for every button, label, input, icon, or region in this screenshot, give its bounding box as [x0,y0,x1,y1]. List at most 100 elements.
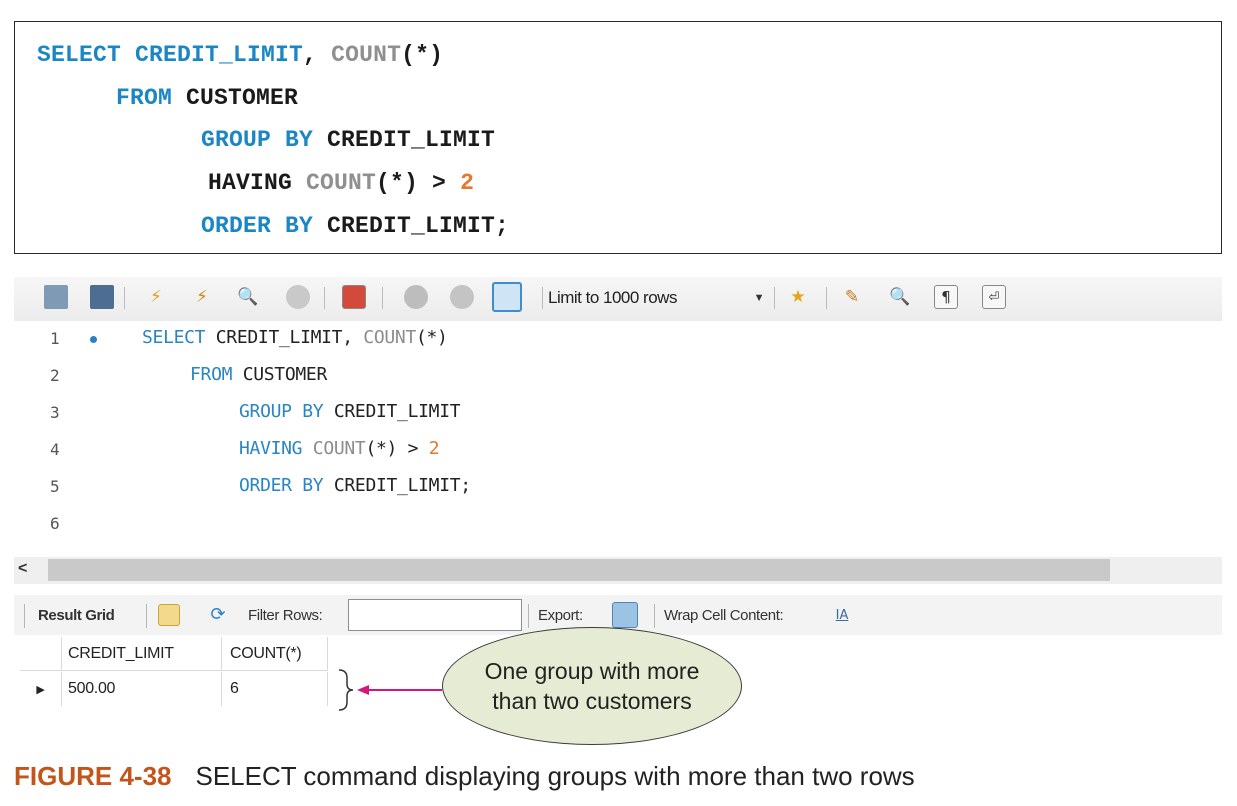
commit-icon[interactable] [404,285,428,309]
line-number: 5 [50,477,60,496]
save-icon[interactable] [90,285,114,309]
code-token: 2 [428,438,440,459]
callout-connector [338,669,442,711]
code-line: GROUP BY CREDIT_LIMIT [201,127,495,153]
beautify-icon[interactable]: ✎ [840,285,864,309]
add-snippet-icon[interactable]: ★ [786,285,810,309]
code-token: CREDIT_LIMIT; [323,475,471,496]
column-header[interactable]: COUNT(*) [222,637,328,671]
invisible-chars-icon[interactable]: ¶ [934,285,958,309]
code-line: SELECT CREDIT_LIMIT, COUNT(*) [37,42,443,68]
code-token: COUNT [331,42,402,68]
editor-toolbar: ⚡ ⚡ 🔍 Limit to 1000 rows ▼ ★ ✎ 🔍 ¶ ⏎ [14,277,1222,321]
code-token: CREDIT_LIMIT; [327,213,510,239]
row-header-corner [20,637,62,671]
code-line: ORDER BY CREDIT_LIMIT; [201,213,509,239]
editor-line: SELECT CREDIT_LIMIT, COUNT(*) [142,327,448,348]
code-token: SELECT CREDIT_LIMIT [37,42,304,68]
code-token: COUNT [312,438,366,459]
toolbar-divider [542,287,543,309]
toolbar-divider [826,287,827,309]
column-header[interactable]: CREDIT_LIMIT [62,637,222,671]
code-box: SELECT CREDIT_LIMIT, COUNT(*) FROM CUSTO… [14,21,1222,254]
arrow-head-icon [357,685,369,695]
grid-view-icon[interactable] [158,604,180,626]
line-number: 6 [50,514,60,533]
line-number: 1 [50,329,60,348]
execute-current-icon[interactable]: ⚡ [190,285,214,309]
find-icon[interactable]: 🔍 [888,285,912,309]
code-token: ORDER BY [201,213,328,239]
table-cell[interactable]: 500.00 [62,672,222,706]
toolbar-divider [324,287,325,309]
code-token: (*) > [365,438,429,459]
toolbar-divider [146,604,147,628]
code-token: COUNT [363,327,416,348]
wrap-cell-icon[interactable]: IA [832,605,852,625]
code-token: , [303,42,332,68]
filter-rows-input[interactable] [348,599,522,631]
folder-icon[interactable] [44,285,68,309]
wrap-lines-icon[interactable]: ⏎ [982,285,1006,309]
limit-rows-label: Limit to 1000 rows [548,288,677,307]
result-grid-tab[interactable]: Result Grid [38,607,115,624]
line-number: 4 [50,440,60,459]
code-token: CREDIT_LIMIT, [205,327,364,348]
code-token: (*) [401,42,444,68]
callout-bubble: One group with more than two customers [442,627,742,745]
code-token: COUNT [306,170,377,196]
code-token: CUSTOMER [232,364,328,385]
toolbar-divider [528,604,529,628]
toolbar-divider [654,604,655,628]
grid-header: CREDIT_LIMIT COUNT(*) [20,637,328,671]
autocommit-icon[interactable] [492,282,522,312]
table-cell[interactable]: 6 [222,672,328,706]
code-token: ORDER BY [239,475,324,496]
result-grid: CREDIT_LIMIT COUNT(*) ▶ 500.00 6 [20,637,340,715]
toolbar-divider [24,604,25,628]
code-token: CREDIT_LIMIT [327,127,496,153]
stop-icon[interactable] [286,285,310,309]
toolbar-divider [774,287,775,309]
line-number: 3 [50,403,60,422]
brace-icon [338,669,354,711]
code-token: FROM [190,364,233,385]
export-icon[interactable] [612,602,638,628]
caption-text: SELECT command displaying groups with mo… [195,761,915,791]
scrollbar-thumb[interactable] [48,559,1110,581]
callout-line: than two customers [492,688,692,714]
figure-label: FIGURE 4-38 [14,761,172,791]
statement-marker-icon [90,336,97,343]
limit-rows-select[interactable]: Limit to 1000 rows ▼ [548,286,778,310]
table-row[interactable]: ▶ 500.00 6 [20,672,328,706]
line-number: 2 [50,366,60,385]
wrap-cell-label: Wrap Cell Content: [664,607,784,624]
code-line: FROM CUSTOMER [116,85,298,111]
toolbar-divider [124,287,125,309]
editor-line: GROUP BY CREDIT_LIMIT [239,401,461,422]
toggle-output-icon[interactable] [342,285,366,309]
explain-icon[interactable]: 🔍 [236,285,260,309]
row-pointer-icon: ▶ [20,672,62,706]
editor-line: FROM CUSTOMER [190,364,327,385]
code-token: GROUP BY [201,127,328,153]
code-token: CREDIT_LIMIT [323,401,461,422]
scroll-left-icon[interactable]: < [18,560,27,578]
code-line: HAVING COUNT(*) > 2 [208,170,474,196]
code-token: SELECT [142,327,206,348]
code-token: CUSTOMER [186,85,299,111]
code-token: GROUP BY [239,401,324,422]
editor-line: ORDER BY CREDIT_LIMIT; [239,475,471,496]
horizontal-scrollbar[interactable]: < [14,557,1222,584]
code-token: (*) [415,327,448,348]
code-token: HAVING [239,438,303,459]
code-token: 2 [460,170,475,196]
code-token: (*) > [376,170,461,196]
code-token: FROM [116,85,187,111]
execute-icon[interactable]: ⚡ [144,285,168,309]
rollback-icon[interactable] [450,285,474,309]
editor-line: HAVING COUNT(*) > 2 [239,438,440,459]
refresh-icon[interactable]: ⟳ [206,603,230,627]
sql-editor[interactable]: 1 2 3 4 5 6 SELECT CREDIT_LIMIT, COUNT(*… [14,321,1222,557]
